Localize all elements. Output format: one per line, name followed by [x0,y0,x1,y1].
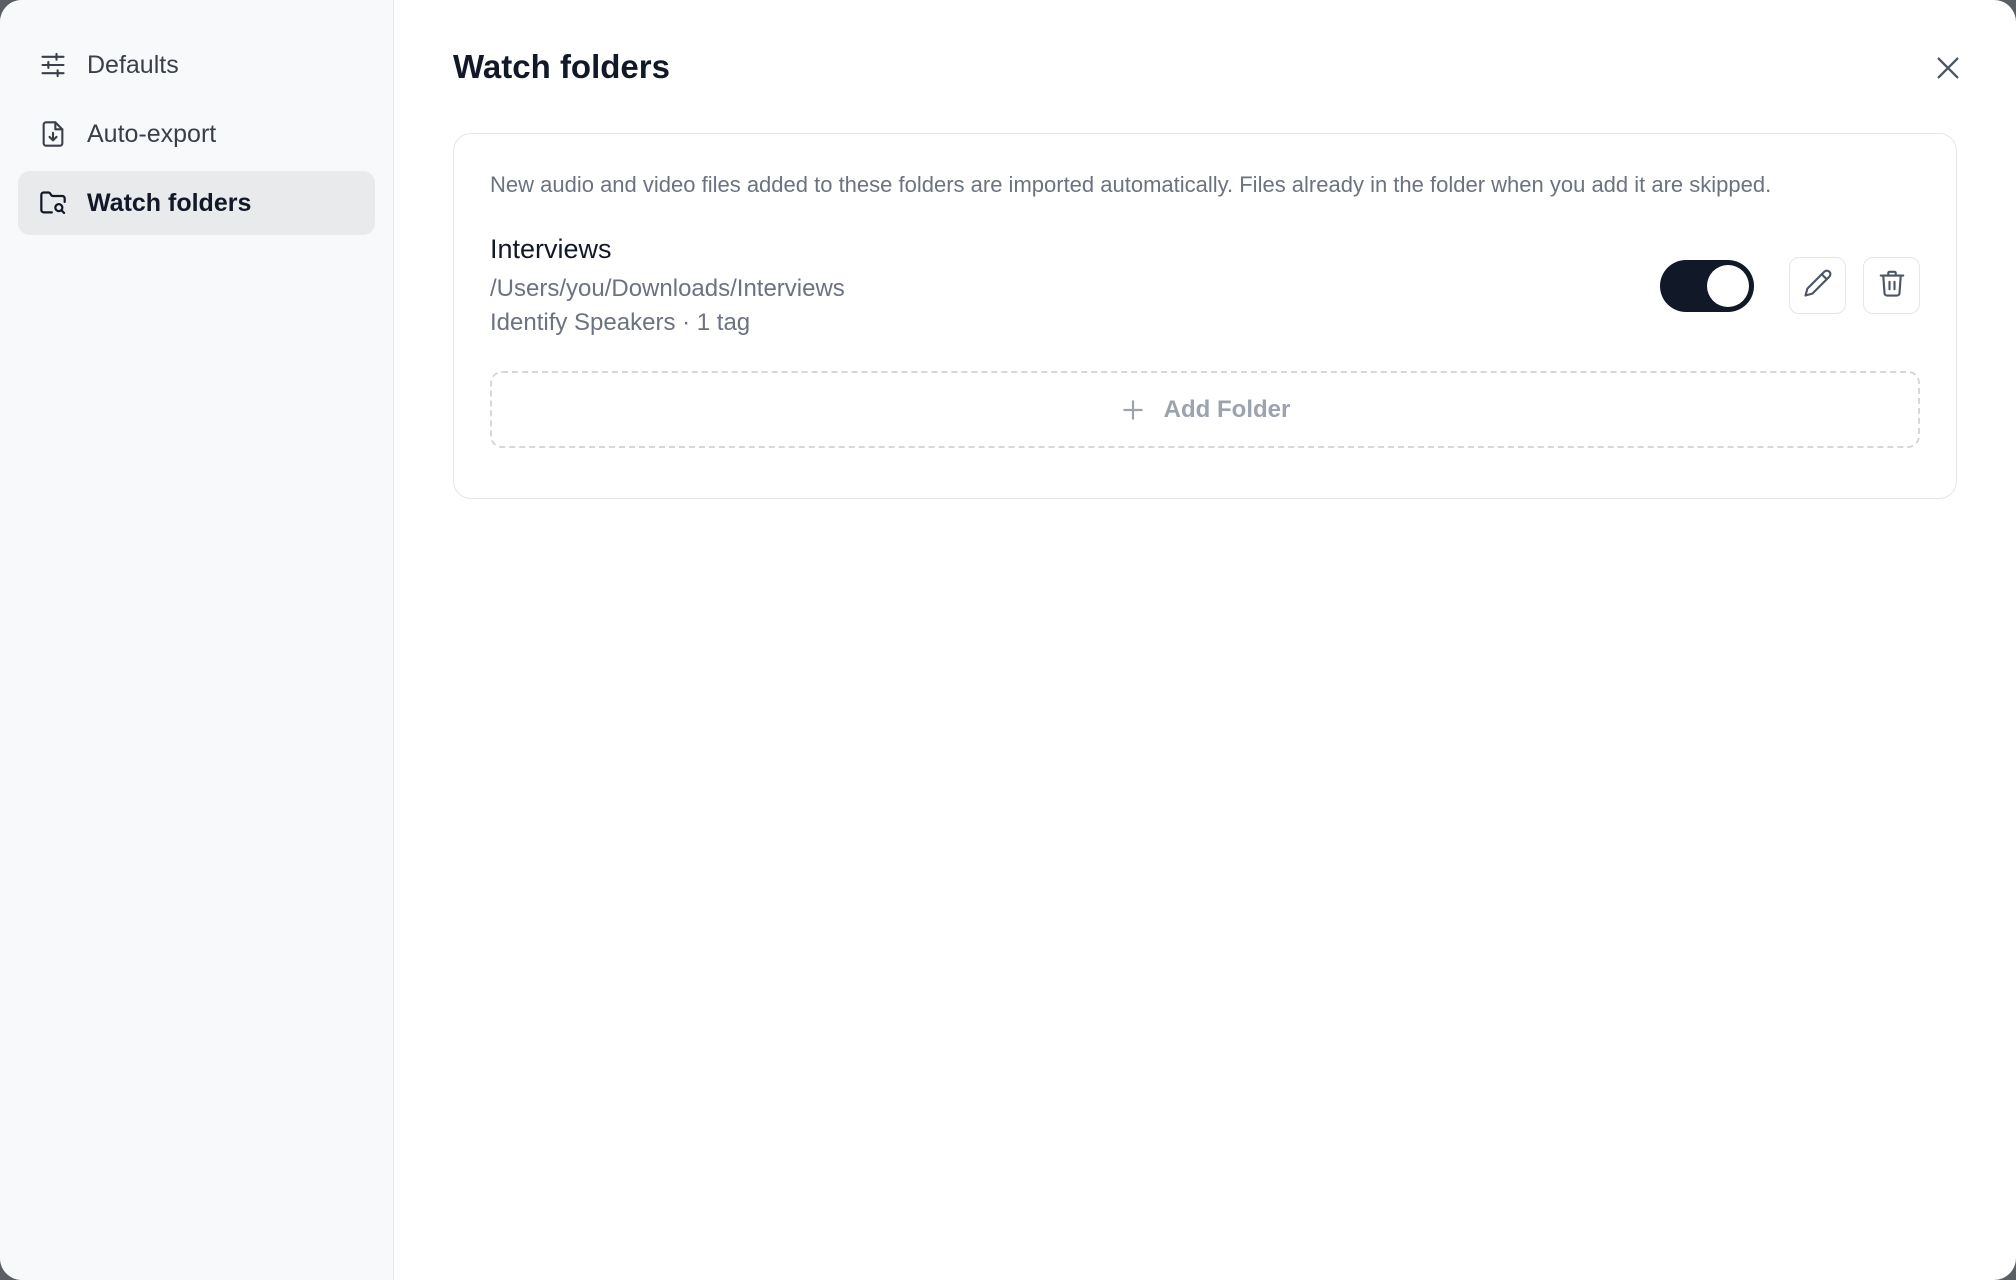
sidebar-item-label: Watch folders [87,188,252,217]
page-title: Watch folders [453,48,670,85]
pencil-icon [1803,268,1833,303]
close-button[interactable] [1930,52,1966,88]
sidebar-item-watch-folders[interactable]: Watch folders [18,171,375,235]
sliders-icon [39,51,67,79]
sidebar-item-label: Defaults [87,50,179,79]
toggle-knob [1707,264,1749,307]
settings-main-panel: Watch folders New audio and video files … [394,0,2016,1280]
file-download-icon [39,120,67,148]
folder-enabled-toggle[interactable] [1660,259,1754,312]
watch-folder-row: Interviews /Users/you/Downloads/Intervie… [490,232,1920,350]
delete-folder-button[interactable] [1863,257,1920,314]
plus-icon [1120,397,1146,423]
trash-icon [1877,268,1907,303]
add-folder-label: Add Folder [1163,395,1291,423]
folder-search-icon [39,189,67,217]
watch-folders-card: New audio and video files added to these… [453,133,1957,499]
settings-sidebar: Defaults Auto-export Watch folders [0,0,394,1280]
sidebar-item-label: Auto-export [87,119,217,148]
watch-folders-description: New audio and video files added to these… [490,172,1772,197]
sidebar-item-auto-export[interactable]: Auto-export [18,102,375,166]
settings-window: Defaults Auto-export Watch folders Watch… [0,0,2016,1280]
add-folder-button[interactable]: Add Folder [490,371,1920,448]
close-icon [1934,54,1962,87]
sidebar-item-defaults[interactable]: Defaults [18,33,375,97]
edit-folder-button[interactable] [1789,257,1846,314]
folder-actions [1660,257,1920,314]
